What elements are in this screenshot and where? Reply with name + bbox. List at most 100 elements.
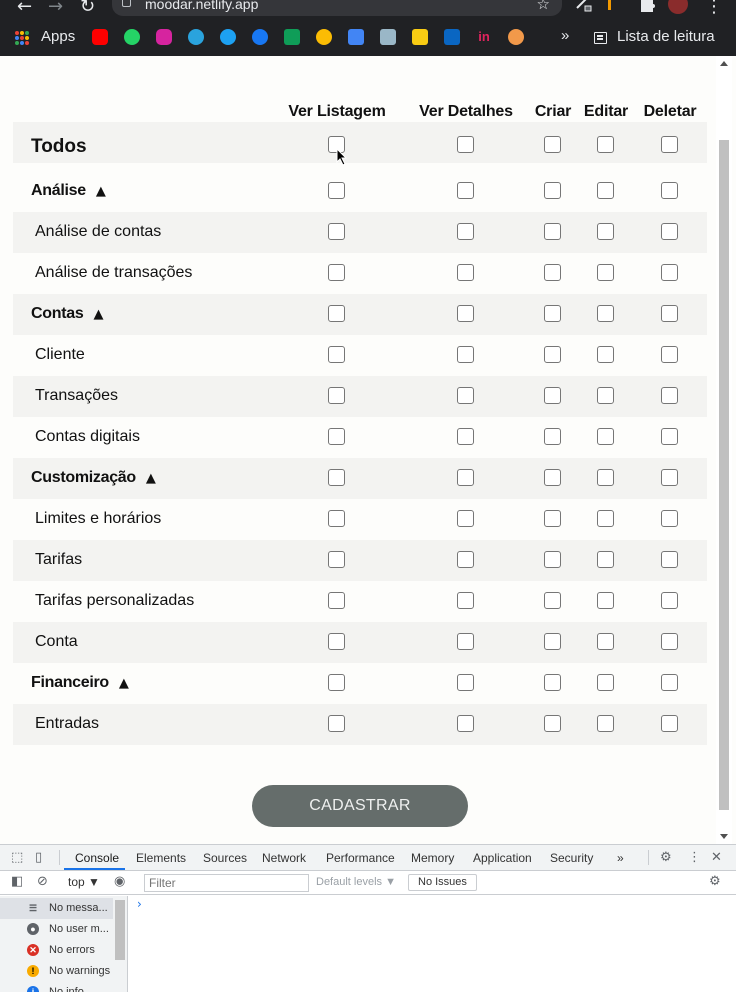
console-settings-icon[interactable]: ⚙ — [709, 874, 721, 889]
maps-icon[interactable] — [380, 29, 396, 45]
permission-checkbox[interactable] — [457, 510, 474, 527]
google-drive-icon[interactable] — [284, 29, 300, 45]
permission-checkbox[interactable] — [661, 469, 678, 486]
permission-checkbox[interactable] — [457, 592, 474, 609]
permission-checkbox[interactable] — [457, 136, 474, 153]
inspect-element-icon[interactable]: ⬚ — [11, 850, 23, 865]
devtools-tab[interactable]: Sources — [203, 851, 247, 865]
permission-checkbox[interactable] — [544, 469, 561, 486]
permission-checkbox[interactable] — [457, 674, 474, 691]
console-sidebar-item[interactable]: ! No warnings — [0, 961, 113, 982]
submit-button[interactable]: CADASTRAR — [252, 785, 468, 827]
permission-checkbox[interactable] — [661, 305, 678, 322]
apps-grid-icon[interactable] — [15, 31, 29, 45]
permission-checkbox[interactable] — [457, 551, 474, 568]
permission-checkbox[interactable] — [544, 674, 561, 691]
permission-checkbox[interactable] — [328, 428, 345, 445]
profile-avatar[interactable] — [668, 0, 688, 14]
google-translate-icon[interactable] — [348, 29, 364, 45]
permission-checkbox[interactable] — [544, 264, 561, 281]
permission-checkbox[interactable] — [661, 223, 678, 240]
permission-checkbox[interactable] — [597, 305, 614, 322]
devtools-tab[interactable]: Elements — [136, 851, 186, 865]
more-bookmarks-icon[interactable]: » — [561, 27, 569, 44]
permission-checkbox[interactable] — [544, 182, 561, 199]
permission-checkbox[interactable] — [661, 510, 678, 527]
permission-checkbox[interactable] — [597, 715, 614, 732]
scroll-up-icon[interactable] — [720, 61, 728, 66]
devtools-menu-icon[interactable]: ⋮ — [688, 850, 701, 865]
permission-checkbox[interactable] — [328, 346, 345, 363]
invision-icon[interactable]: in — [476, 29, 492, 45]
bookmark-star-icon[interactable]: ☆ — [537, 0, 550, 13]
console-sidebar-item[interactable]: ● No user m... — [0, 919, 113, 940]
permission-checkbox[interactable] — [457, 223, 474, 240]
collapse-caret-icon[interactable]: ▲ — [93, 307, 103, 322]
live-expression-eye-icon[interactable]: ◉ — [114, 874, 125, 889]
permission-checkbox[interactable] — [544, 387, 561, 404]
permission-checkbox[interactable] — [661, 136, 678, 153]
permission-checkbox[interactable] — [544, 223, 561, 240]
device-toolbar-icon[interactable]: ▯ — [35, 850, 42, 865]
scrollbar-thumb[interactable] — [719, 140, 729, 810]
sidebar-scrollbar[interactable] — [115, 900, 125, 960]
permission-checkbox[interactable] — [597, 510, 614, 527]
permission-checkbox[interactable] — [544, 136, 561, 153]
permission-checkbox[interactable] — [457, 346, 474, 363]
permission-checkbox[interactable] — [597, 633, 614, 650]
permission-checkbox[interactable] — [597, 346, 614, 363]
permission-checkbox[interactable] — [328, 551, 345, 568]
reload-icon[interactable]: ↻ — [80, 0, 95, 17]
podcast-icon[interactable] — [508, 29, 524, 45]
permission-checkbox[interactable] — [544, 592, 561, 609]
permission-checkbox[interactable] — [457, 305, 474, 322]
collapse-caret-icon[interactable]: ▲ — [146, 471, 156, 486]
permission-checkbox[interactable] — [328, 264, 345, 281]
extensions-puzzle-icon[interactable] — [637, 0, 657, 14]
back-icon[interactable]: ← — [17, 0, 32, 17]
permission-checkbox[interactable] — [597, 136, 614, 153]
permission-checkbox[interactable] — [544, 633, 561, 650]
issues-button[interactable]: No Issues — [408, 874, 477, 891]
permission-checkbox[interactable] — [661, 387, 678, 404]
permission-checkbox[interactable] — [597, 592, 614, 609]
permission-checkbox[interactable] — [328, 592, 345, 609]
permission-checkbox[interactable] — [597, 387, 614, 404]
devtools-tab[interactable]: Console — [75, 851, 119, 865]
collapse-caret-icon[interactable]: ▲ — [96, 184, 106, 199]
permission-checkbox[interactable] — [661, 346, 678, 363]
permission-checkbox[interactable] — [544, 305, 561, 322]
devtools-tab[interactable]: Memory — [411, 851, 454, 865]
permission-checkbox[interactable] — [597, 469, 614, 486]
more-tabs-icon[interactable]: » — [617, 851, 624, 865]
permission-checkbox[interactable] — [457, 428, 474, 445]
permission-checkbox[interactable] — [544, 346, 561, 363]
permission-checkbox[interactable] — [328, 469, 345, 486]
telegram-icon[interactable] — [188, 29, 204, 45]
instagram-icon[interactable] — [156, 29, 172, 45]
whatsapp-icon[interactable] — [124, 29, 140, 45]
scroll-down-icon[interactable] — [720, 834, 728, 839]
permission-checkbox[interactable] — [544, 428, 561, 445]
sidebar-toggle-icon[interactable]: ◧ — [11, 874, 23, 889]
browser-menu-icon[interactable]: ⋮ — [705, 0, 723, 17]
console-sidebar-item[interactable]: i No info — [0, 982, 113, 992]
permission-checkbox[interactable] — [661, 674, 678, 691]
linkedin-icon[interactable] — [444, 29, 460, 45]
keep-icon[interactable] — [412, 29, 428, 45]
permission-checkbox[interactable] — [597, 223, 614, 240]
permission-checkbox[interactable] — [328, 674, 345, 691]
permission-checkbox[interactable] — [328, 305, 345, 322]
permission-checkbox[interactable] — [661, 428, 678, 445]
apps-label[interactable]: Apps — [41, 28, 75, 45]
permission-checkbox[interactable] — [661, 592, 678, 609]
permission-checkbox[interactable] — [457, 633, 474, 650]
youtube-icon[interactable] — [92, 29, 108, 45]
console-sidebar-item[interactable]: ☰ No messa... — [0, 898, 113, 919]
permission-checkbox[interactable] — [597, 182, 614, 199]
permission-checkbox[interactable] — [328, 182, 345, 199]
collapse-caret-icon[interactable]: ▲ — [119, 676, 129, 691]
permission-checkbox[interactable] — [457, 715, 474, 732]
devtools-tab[interactable]: Performance — [326, 851, 395, 865]
close-devtools-icon[interactable]: ✕ — [711, 850, 722, 865]
